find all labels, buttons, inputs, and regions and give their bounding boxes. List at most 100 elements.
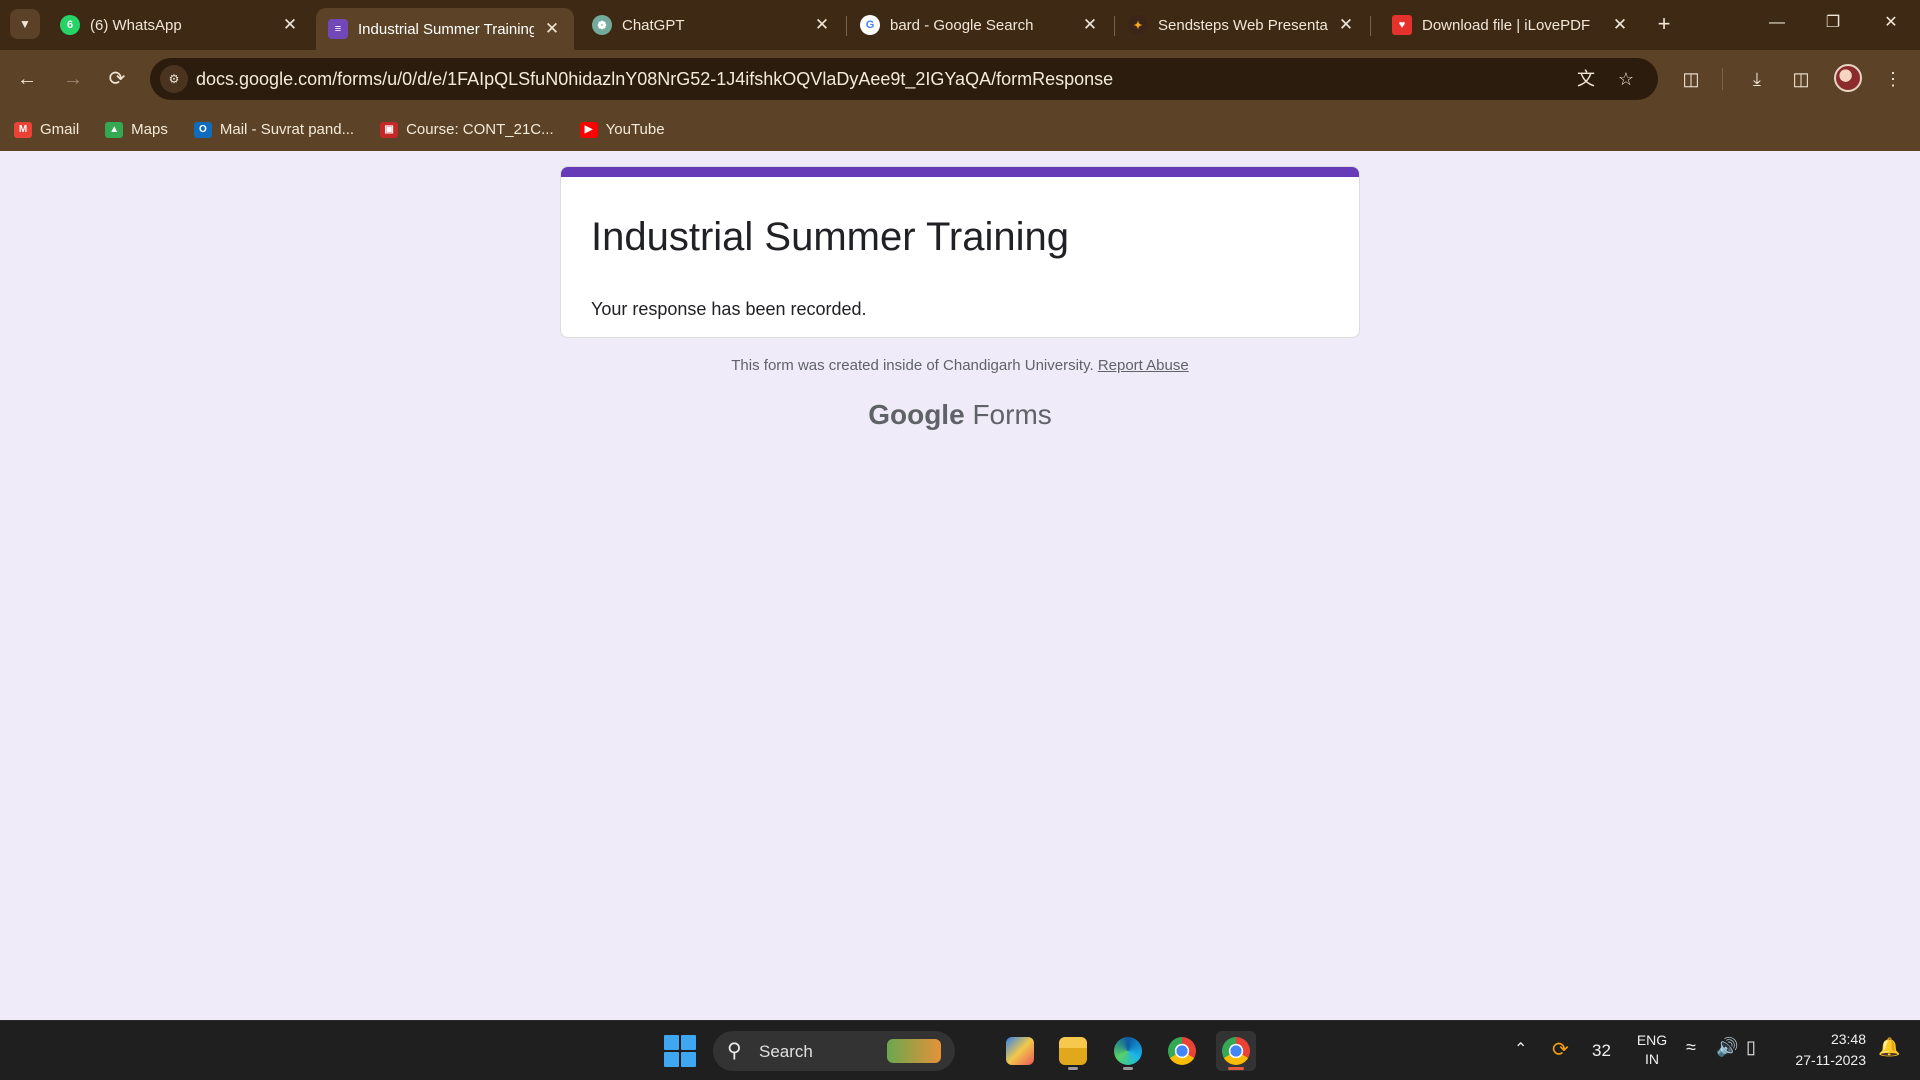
file-explorer-icon[interactable] — [1053, 1031, 1093, 1071]
chrome-profile-app-icon[interactable] — [1216, 1031, 1256, 1071]
chatgpt-icon: ❁ — [592, 15, 612, 35]
browser-toolbar: ← → ⟳ ⚙ docs.google.com/forms/u/0/d/e/1F… — [0, 50, 1920, 108]
clock-date: 27-11-2023 — [1795, 1052, 1866, 1068]
tab-bard-search[interactable]: G bard - Google Search ✕ — [848, 7, 1112, 43]
avatar[interactable] — [1834, 64, 1862, 92]
bookmark-youtube[interactable]: ▶ YouTube — [579, 121, 665, 138]
ilovepdf-icon: ♥ — [1392, 15, 1412, 35]
tab-search-button[interactable]: ▼ — [10, 9, 40, 39]
minimize-icon[interactable]: — — [1762, 8, 1792, 38]
tab-separator — [1114, 16, 1115, 36]
bookmark-star-icon[interactable]: ☆ — [1614, 67, 1638, 91]
restore-icon[interactable]: ❐ — [1818, 8, 1848, 38]
window-close-icon[interactable]: ✕ — [1876, 8, 1906, 38]
menu-icon[interactable]: ⋮ — [1878, 64, 1908, 94]
tab-title: ChatGPT — [622, 16, 685, 34]
bookmark-label: Mail - Suvrat pand... — [219, 121, 355, 138]
browser-chrome: ▼ 6 (6) WhatsApp ✕ ≡ Industrial Summer T… — [0, 0, 1920, 151]
language-code: ENG — [1636, 1032, 1668, 1048]
logo-forms-text: Forms — [972, 399, 1052, 430]
tab-chatgpt[interactable]: ❁ ChatGPT ✕ — [580, 7, 844, 43]
footer-note-text: This form was created inside of Chandiga… — [731, 357, 1094, 374]
tab-whatsapp[interactable]: 6 (6) WhatsApp ✕ — [48, 7, 312, 43]
show-hidden-icons-chevron-icon[interactable]: ⌃ — [1514, 1039, 1527, 1059]
edge-browser-icon[interactable] — [1108, 1031, 1148, 1071]
windows-start-icon[interactable] — [664, 1035, 696, 1067]
taskbar-search-label: Search — [759, 1042, 813, 1061]
download-icon[interactable]: ⤓ — [1742, 64, 1772, 94]
forward-icon[interactable]: → — [58, 64, 88, 94]
temperature-text[interactable]: 32 — [1592, 1041, 1611, 1061]
tab-sendsteps[interactable]: ✦ Sendsteps Web Presentation ✕ — [1116, 7, 1368, 43]
extensions-icon[interactable]: ◫ — [1676, 64, 1706, 94]
language-indicator[interactable]: ENG IN — [1636, 1032, 1668, 1067]
google-forms-icon: ≡ — [328, 19, 348, 39]
new-tab-button[interactable]: + — [1650, 10, 1678, 38]
battery-icon[interactable]: ▯ — [1746, 1037, 1756, 1058]
youtube-icon: ▶ — [579, 121, 598, 138]
region-code: IN — [1645, 1051, 1659, 1067]
tab-title: Sendsteps Web Presentation — [1158, 16, 1328, 34]
bookmarks-bar: M Gmail ▲ Maps O Mail - Suvrat pand... ▣… — [0, 108, 1920, 151]
outlook-icon: O — [193, 121, 212, 138]
notification-icon[interactable]: 🔔 — [1878, 1037, 1900, 1058]
tab-separator — [1370, 16, 1371, 36]
close-icon[interactable]: ✕ — [542, 19, 562, 39]
close-icon[interactable]: ✕ — [812, 15, 832, 35]
volume-icon[interactable]: 🔊 — [1716, 1037, 1738, 1058]
tab-separator — [846, 16, 847, 36]
search-highlight-icon — [887, 1039, 941, 1063]
form-accent-bar — [561, 167, 1359, 177]
tab-title: bard - Google Search — [890, 16, 1034, 34]
bookmark-label: Course: CONT_21C... — [406, 121, 554, 138]
app-running-indicator — [1123, 1067, 1133, 1070]
bookmark-label: Gmail — [40, 121, 80, 138]
reload-icon[interactable]: ⟳ — [102, 64, 132, 94]
clock-time: 23:48 — [1830, 1031, 1866, 1047]
bookmark-label: Maps — [131, 121, 168, 138]
tab-title: (6) WhatsApp — [90, 16, 182, 34]
translate-icon[interactable]: 文 — [1574, 67, 1598, 91]
bookmark-mail[interactable]: O Mail - Suvrat pand... — [193, 121, 355, 138]
chevron-down-icon: ▼ — [19, 17, 31, 31]
form-title: Industrial Summer Training — [591, 215, 1069, 259]
tab-industrial-summer-training[interactable]: ≡ Industrial Summer Training ✕ — [316, 8, 574, 50]
report-abuse-link[interactable]: Report Abuse — [1098, 357, 1189, 374]
clock[interactable]: 23:48 27-11-2023 — [1786, 1031, 1866, 1068]
bookmark-gmail[interactable]: M Gmail — [14, 121, 79, 138]
form-footer-note: This form was created inside of Chandiga… — [0, 357, 1920, 374]
windows-taskbar: ⚲ Search ⌃ ⟳ 32 ENG IN ≈ 🔊 ▯ 23:48 27-11… — [0, 1020, 1920, 1080]
form-response-card: Industrial Summer Training Your response… — [560, 166, 1360, 338]
tab-title: Download file | iLovePDF — [1422, 16, 1591, 34]
app-running-indicator — [1068, 1067, 1078, 1070]
back-icon[interactable]: ← — [12, 64, 42, 94]
whatsapp-icon: 6 — [60, 15, 80, 35]
taskbar-search[interactable]: ⚲ Search — [713, 1031, 955, 1071]
copilot-app-icon[interactable] — [1000, 1031, 1040, 1071]
sendsteps-icon: ✦ — [1128, 15, 1148, 35]
close-icon[interactable]: ✕ — [1080, 15, 1100, 35]
search-icon: ⚲ — [727, 1040, 742, 1062]
wifi-icon[interactable]: ≈ — [1686, 1037, 1696, 1058]
side-panel-icon[interactable]: ◫ — [1786, 64, 1816, 94]
address-bar[interactable]: ⚙ docs.google.com/forms/u/0/d/e/1FAIpQLS… — [150, 58, 1658, 100]
course-icon: ▣ — [380, 121, 399, 138]
maps-icon: ▲ — [105, 121, 124, 138]
close-icon[interactable]: ✕ — [280, 15, 300, 35]
tab-ilovepdf[interactable]: ♥ Download file | iLovePDF ✕ — [1380, 7, 1642, 43]
sync-icon[interactable]: ⟳ — [1552, 1037, 1569, 1062]
close-icon[interactable]: ✕ — [1610, 15, 1630, 35]
bookmark-course[interactable]: ▣ Course: CONT_21C... — [380, 121, 554, 138]
tab-strip: ▼ 6 (6) WhatsApp ✕ ≡ Industrial Summer T… — [0, 0, 1920, 50]
bookmark-maps[interactable]: ▲ Maps — [105, 121, 168, 138]
url-text[interactable]: docs.google.com/forms/u/0/d/e/1FAIpQLSfu… — [196, 69, 1113, 90]
page-content: Industrial Summer Training Your response… — [0, 151, 1920, 1020]
chrome-browser-icon[interactable] — [1162, 1031, 1202, 1071]
tab-title: Industrial Summer Training — [358, 20, 534, 38]
google-forms-logo[interactable]: Google Forms — [0, 399, 1920, 431]
site-info-icon[interactable]: ⚙ — [160, 65, 188, 93]
google-icon: G — [860, 15, 880, 35]
toolbar-separator — [1722, 68, 1723, 90]
close-icon[interactable]: ✕ — [1336, 15, 1356, 35]
logo-google-text: Google — [868, 399, 965, 430]
